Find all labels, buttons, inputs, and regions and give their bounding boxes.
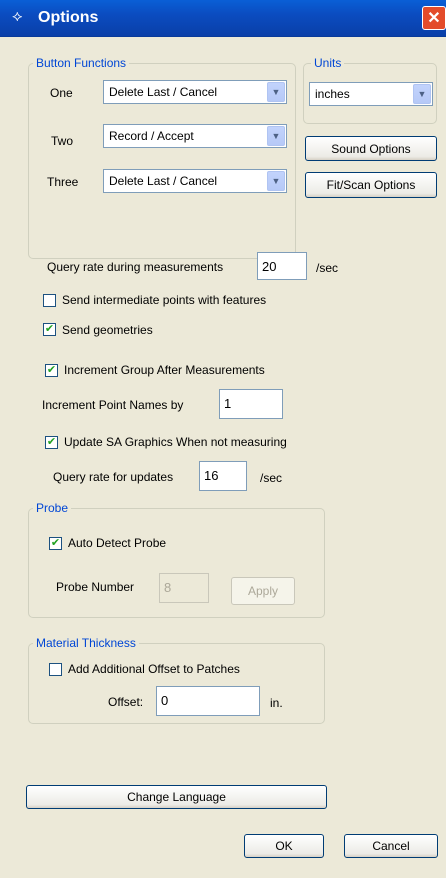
send-intermediate-label: Send intermediate points with features xyxy=(62,293,267,307)
units-select[interactable]: inches ▼ xyxy=(309,82,433,106)
update-rate-input[interactable]: 16 xyxy=(199,461,247,491)
units-legend: Units xyxy=(311,56,345,70)
send-geometries-label: Send geometries xyxy=(62,323,153,337)
sound-options-button[interactable]: Sound Options xyxy=(305,136,437,161)
ok-button[interactable]: OK xyxy=(244,834,324,858)
button-two-value: Record / Accept xyxy=(109,129,194,143)
probe-legend: Probe xyxy=(33,501,72,515)
chevron-down-icon[interactable]: ▼ xyxy=(267,82,285,102)
query-rate-label: Query rate during measurements xyxy=(47,260,224,274)
auto-detect-probe-checkbox[interactable]: ✔ xyxy=(49,537,62,550)
offset-value: 0 xyxy=(161,693,169,708)
chevron-down-icon[interactable]: ▼ xyxy=(267,126,285,146)
add-offset-checkbox[interactable] xyxy=(49,663,62,676)
increment-group-label: Increment Group After Measurements xyxy=(64,363,265,377)
update-rate-unit: /sec xyxy=(260,471,283,485)
add-offset-label: Add Additional Offset to Patches xyxy=(68,662,240,676)
increment-point-label: Increment Point Names by xyxy=(42,398,184,412)
increment-point-input[interactable]: 1 xyxy=(219,389,283,419)
update-rate-value: 16 xyxy=(204,468,219,483)
change-language-button[interactable]: Change Language xyxy=(26,785,327,809)
button-two-select[interactable]: Record / Accept ▼ xyxy=(103,124,287,148)
close-button[interactable]: ✕ xyxy=(422,6,446,30)
offset-unit: in. xyxy=(270,696,283,710)
send-geometries-checkbox[interactable]: ✔ xyxy=(43,323,56,336)
update-graphics-checkbox[interactable]: ✔ xyxy=(45,436,58,449)
offset-label: Offset: xyxy=(108,695,144,709)
button-two-label: Two xyxy=(51,134,74,148)
offset-input[interactable]: 0 xyxy=(156,686,260,716)
probe-number-input[interactable]: 8 xyxy=(159,573,209,603)
update-graphics-label: Update SA Graphics When not measuring xyxy=(64,435,287,449)
send-intermediate-checkbox[interactable] xyxy=(43,294,56,307)
checkmark-icon: ✔ xyxy=(46,364,57,376)
button-one-value: Delete Last / Cancel xyxy=(109,85,218,99)
auto-detect-probe-label: Auto Detect Probe xyxy=(68,536,167,550)
checkmark-icon: ✔ xyxy=(46,436,57,448)
increment-group-checkbox[interactable]: ✔ xyxy=(45,364,58,377)
cancel-button[interactable]: Cancel xyxy=(344,834,438,858)
button-one-label: One xyxy=(50,86,73,100)
update-rate-label: Query rate for updates xyxy=(53,470,174,484)
app-icon: ⟡ xyxy=(12,8,23,25)
query-rate-input[interactable]: 20 xyxy=(257,252,307,280)
probe-number-label: Probe Number xyxy=(56,580,135,594)
increment-point-value: 1 xyxy=(224,396,232,411)
button-three-label: Three xyxy=(47,175,79,189)
checkmark-icon: ✔ xyxy=(44,323,55,335)
fit-scan-options-button[interactable]: Fit/Scan Options xyxy=(305,172,437,198)
chevron-down-icon[interactable]: ▼ xyxy=(267,171,285,191)
button-one-select[interactable]: Delete Last / Cancel ▼ xyxy=(103,80,287,104)
button-three-value: Delete Last / Cancel xyxy=(109,174,218,188)
chevron-down-icon[interactable]: ▼ xyxy=(413,84,431,104)
button-functions-legend: Button Functions xyxy=(33,56,130,70)
probe-number-value: 8 xyxy=(164,580,172,595)
apply-button[interactable]: Apply xyxy=(231,577,295,605)
units-value: inches xyxy=(315,87,350,101)
material-thickness-legend: Material Thickness xyxy=(33,636,139,650)
query-rate-unit: /sec xyxy=(316,261,339,275)
query-rate-value: 20 xyxy=(262,259,277,274)
button-three-select[interactable]: Delete Last / Cancel ▼ xyxy=(103,169,287,193)
close-icon: ✕ xyxy=(427,10,441,27)
checkmark-icon: ✔ xyxy=(50,537,61,549)
window-title: Options xyxy=(38,9,99,26)
